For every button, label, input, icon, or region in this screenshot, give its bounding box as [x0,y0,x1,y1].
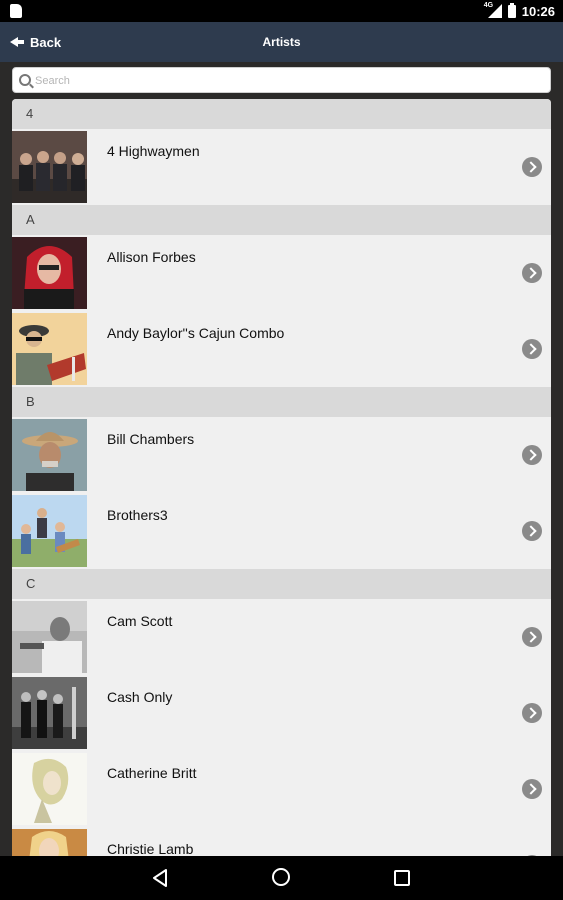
chevron-right-icon[interactable] [522,445,542,465]
artist-row[interactable]: Catherine Britt [12,751,551,827]
artist-name: Bill Chambers [107,431,195,447]
chevron-right-icon[interactable] [522,157,542,177]
artist-name: Andy Baylor''s Cajun Combo [107,325,285,341]
nav-home-icon[interactable] [272,868,290,886]
artist-photo-icon [12,601,87,673]
chevron-right-icon[interactable] [522,521,542,541]
artist-photo-icon [12,313,87,385]
chevron-right-icon[interactable] [522,263,542,283]
artist-photo-icon [12,419,87,491]
artist-row[interactable]: 4 Highwaymen [12,129,551,205]
artist-name: Cam Scott [107,613,173,629]
artist-name: 4 Highwaymen [107,143,200,159]
section-header-a: A [12,205,551,235]
band-photo-icon [12,677,87,749]
band-photo-icon [12,495,87,567]
artist-row[interactable]: Brothers3 [12,493,551,569]
chevron-right-icon[interactable] [522,339,542,359]
artist-name: Cash Only [107,689,173,705]
network-type-label: 4G [483,2,494,9]
chevron-right-icon[interactable] [522,703,542,723]
back-arrow-icon [10,35,24,49]
artist-row[interactable]: Christie Lamb [12,827,551,856]
artist-name: Christie Lamb [107,841,194,856]
artist-list: 4 4 Highwaymen A Allison Forbes Andy Bay… [12,99,551,856]
back-button-label: Back [30,34,62,50]
app-bar: Artists Back [0,22,563,62]
sd-card-icon [10,4,22,18]
artist-photo-icon [12,237,87,309]
artist-name: Allison Forbes [107,249,196,265]
cell-signal-icon: 4G [484,2,502,18]
section-header-c: C [12,569,551,599]
band-photo-icon [12,131,87,203]
status-time: 10:26 [521,3,555,19]
artist-photo-icon [12,829,87,856]
artist-row[interactable]: Bill Chambers [12,417,551,493]
artist-row[interactable]: Allison Forbes [12,235,551,311]
section-header-b: B [12,387,551,417]
artist-photo-icon [12,753,87,825]
chevron-right-icon[interactable] [522,779,542,799]
artist-name: Brothers3 [107,507,168,523]
section-header-4: 4 [12,99,551,129]
search-bar [12,67,551,93]
search-icon [19,74,31,86]
nav-back-icon[interactable] [152,869,168,887]
battery-icon [507,2,516,18]
content-area: 4 4 Highwaymen A Allison Forbes [0,62,563,856]
search-input[interactable] [33,70,537,92]
navigation-bar [0,856,563,900]
artist-row[interactable]: Andy Baylor''s Cajun Combo [12,311,551,387]
page-title: Artists [262,35,301,49]
back-button[interactable]: Back [10,32,61,52]
status-bar: 4G 10:26 [0,0,563,22]
artist-row[interactable]: Cash Only [12,675,551,751]
artist-row[interactable]: Cam Scott [12,599,551,675]
artist-name: Catherine Britt [107,765,197,781]
nav-recents-icon[interactable] [394,870,410,886]
chevron-right-icon[interactable] [522,627,542,647]
